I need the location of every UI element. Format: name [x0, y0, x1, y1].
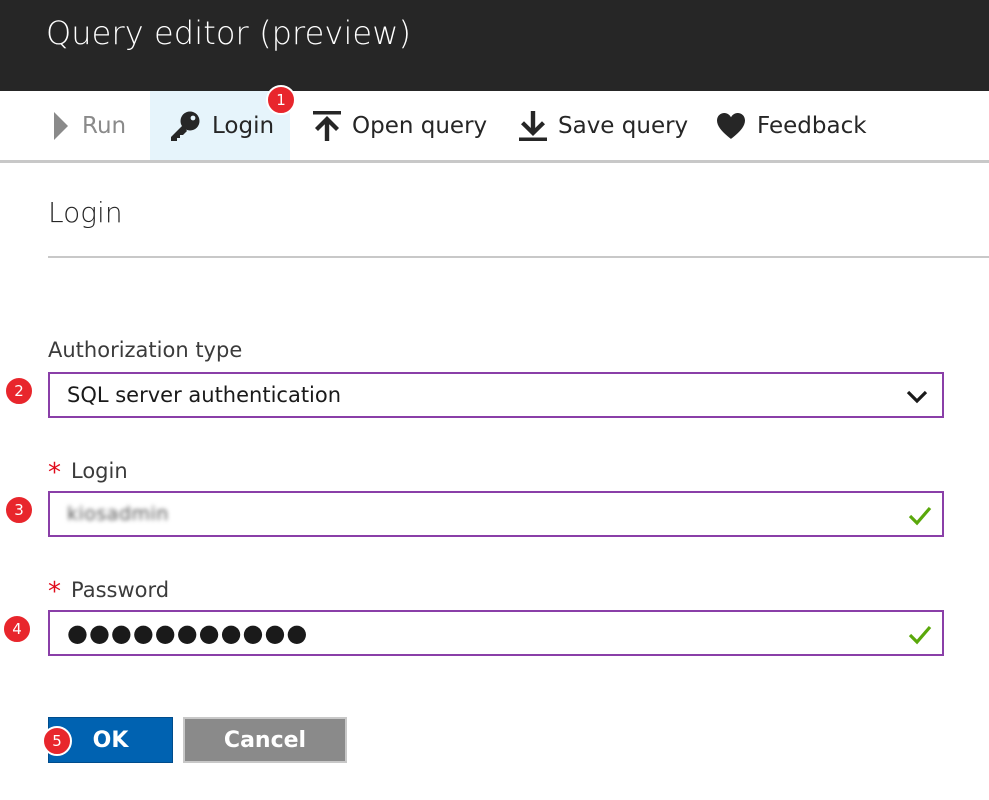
step-badge-5: 5 [42, 726, 72, 756]
open-query-label: Open query [352, 113, 488, 139]
save-query-label: Save query [558, 113, 689, 139]
required-marker: * [48, 458, 61, 488]
key-icon [168, 109, 202, 143]
required-marker: * [48, 577, 61, 607]
password-value: ●●●●●●●●●●● [67, 619, 309, 647]
login-field-label: * Login [48, 456, 128, 488]
password-input[interactable]: ●●●●●●●●●●● [48, 610, 944, 656]
auth-type-select[interactable]: SQL server authentication [48, 372, 944, 418]
ok-label: OK [92, 727, 129, 753]
feedback-button[interactable]: Feedback [715, 91, 867, 161]
step-badge-3: 3 [4, 495, 34, 525]
toolbar-divider [0, 160, 989, 163]
toolbar: Run Login Open query Save query Feedback [0, 91, 989, 161]
title-bar: Query editor (preview) [0, 0, 989, 91]
auth-type-label: Authorization type [48, 338, 242, 362]
run-button[interactable]: Run [50, 91, 126, 161]
upload-icon [312, 110, 342, 142]
download-icon [518, 110, 548, 142]
step-badge-4: 4 [2, 614, 32, 644]
password-field-label: * Password [48, 575, 170, 607]
heart-icon [715, 111, 747, 141]
feedback-label: Feedback [757, 113, 867, 139]
cancel-label: Cancel [223, 727, 307, 753]
save-query-button[interactable]: Save query [518, 91, 688, 161]
auth-type-label-text: Authorization type [48, 338, 243, 362]
blade-title: Login [48, 196, 123, 229]
auth-type-value: SQL server authentication [67, 383, 342, 407]
cancel-button[interactable]: Cancel [183, 717, 347, 763]
step-badge-2: 2 [4, 376, 34, 406]
password-field-label-text: Password [71, 578, 170, 602]
play-icon [50, 110, 72, 142]
login-label: Login [212, 113, 275, 139]
window-title: Query editor (preview) [46, 14, 412, 52]
login-field-label-text: Login [71, 459, 128, 483]
check-icon [908, 504, 932, 531]
run-label: Run [82, 113, 127, 139]
login-value: kiosadmin [67, 503, 169, 525]
blade-divider [48, 256, 989, 258]
step-badge-1: 1 [266, 85, 296, 115]
login-input[interactable]: kiosadmin [48, 491, 944, 537]
open-query-button[interactable]: Open query [312, 91, 487, 161]
chevron-down-icon [906, 386, 928, 410]
check-icon [908, 623, 932, 650]
